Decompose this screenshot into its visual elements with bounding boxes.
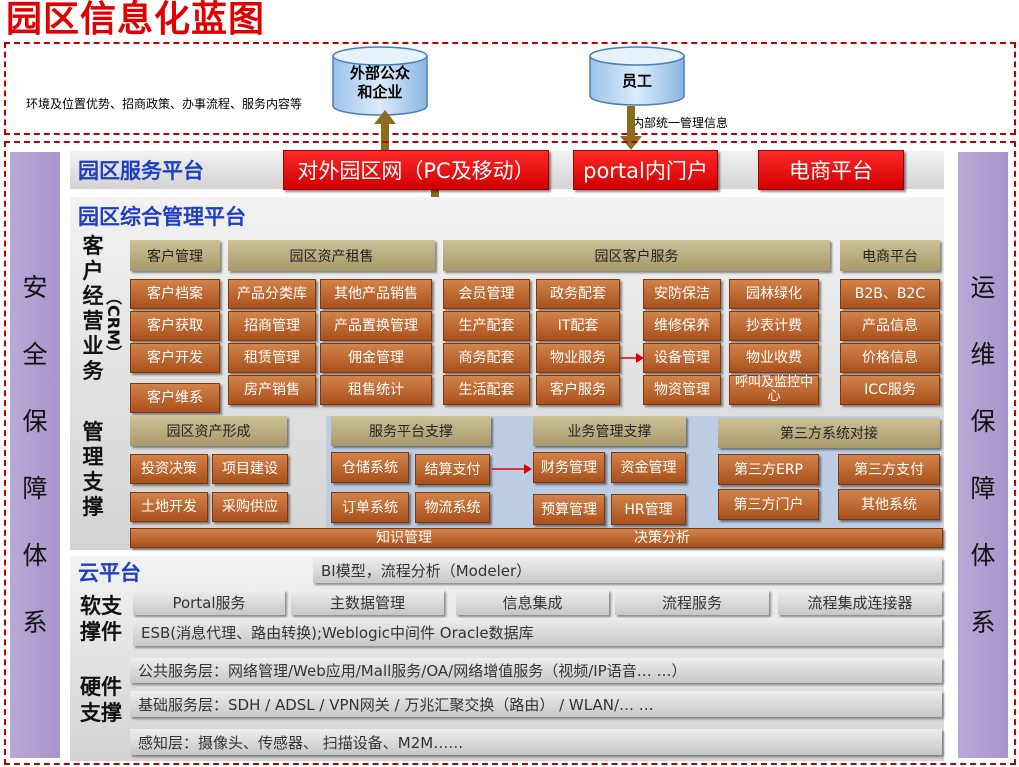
lease-item[interactable]: 租赁管理 — [228, 343, 316, 373]
process-service-item[interactable]: 流程服务 — [615, 590, 769, 615]
top-context-box — [4, 42, 1016, 135]
lease-item[interactable]: 招商管理 — [228, 311, 316, 341]
operations-sidebar-label: 运维保障体系 — [970, 273, 996, 637]
ecommerce-platform-button[interactable]: 电商平台 — [758, 150, 904, 190]
ecommerce-item[interactable]: B2B、B2C — [840, 279, 940, 309]
knowledge-decision-bar: 知识管理 决策分析 — [130, 528, 943, 548]
service-item[interactable]: 物业服务 — [536, 343, 620, 373]
header-business-support: 业务管理支撑 — [533, 416, 686, 446]
service-item[interactable]: 设备管理 — [643, 343, 721, 373]
business-support-item[interactable]: HR管理 — [611, 494, 686, 525]
third-party-item[interactable]: 其他系统 — [838, 489, 940, 520]
arrow-right-icon — [620, 353, 644, 363]
info-integration-item[interactable]: 信息集成 — [456, 590, 609, 615]
header-customer-management: 客户管理 — [130, 240, 220, 271]
business-support-item[interactable]: 资金管理 — [611, 452, 686, 483]
arrow-right-icon — [492, 464, 532, 474]
basic-service-layer: 基础服务层：SDH / ADSL / VPN网关 / 万兆汇聚交换（路由） / … — [130, 691, 942, 717]
bi-model-bar: BI模型，流程分析（Modeler） — [313, 558, 942, 583]
public-service-layer: 公共服务层：网络管理/Web应用/Mall服务/OA/网络增值服务（视频/IP语… — [130, 658, 942, 683]
lease-item[interactable]: 产品置换管理 — [320, 311, 432, 341]
business-support-item[interactable]: 财务管理 — [533, 452, 605, 483]
service-item[interactable]: 维修保养 — [643, 311, 721, 341]
decision-analysis-label: 决策分析 — [634, 530, 690, 546]
master-data-item[interactable]: 主数据管理 — [291, 590, 444, 615]
portal-service-item[interactable]: Portal服务 — [133, 590, 285, 615]
header-third-party: 第三方系统对接 — [718, 418, 940, 448]
third-party-item[interactable]: 第三方支付 — [838, 454, 940, 485]
process-connector-item[interactable]: 流程集成连接器 — [778, 590, 942, 615]
service-item[interactable]: 客户服务 — [536, 375, 620, 405]
crm-sub-label: （CRM） — [104, 285, 126, 365]
portal-button[interactable]: portal内门户 — [573, 150, 718, 190]
esb-bar: ESB(消息代理、路由转换);Weblogic中间件 Oracle数据库 — [133, 618, 942, 646]
hardware-support-text: 硬件支撑 — [80, 675, 122, 725]
security-sidebar-label: 安全保障体系 — [22, 273, 48, 637]
customer-retention-item[interactable]: 客户维系 — [130, 383, 220, 413]
service-support-item[interactable]: 物流系统 — [415, 492, 490, 523]
customer-acquisition-item[interactable]: 客户获取 — [130, 311, 220, 341]
staff-note: 内部统一管理信息 — [632, 116, 729, 130]
lease-item[interactable]: 产品分类库 — [228, 279, 316, 309]
staff-label: 员工 — [621, 72, 652, 90]
management-platform-title: 园区综合管理平台 — [78, 205, 246, 229]
management-support-label: 管理支撑 — [82, 420, 104, 519]
sensing-layer: 感知层：摄像头、传感器、 扫描设备、M2M…… — [130, 729, 942, 755]
security-sidebar: 安全保障体系 — [10, 152, 60, 758]
external-park-site-button[interactable]: 对外园区网（PC及移动） — [283, 150, 549, 190]
service-item[interactable]: 抄表计费 — [729, 311, 819, 341]
header-asset-lease: 园区资产租售 — [228, 240, 435, 271]
ecommerce-item[interactable]: ICC服务 — [840, 375, 940, 405]
service-item[interactable]: IT配套 — [536, 311, 620, 341]
service-support-item[interactable]: 仓储系统 — [331, 452, 409, 483]
hardware-support-label: 硬件支撑 — [80, 674, 128, 726]
service-item[interactable]: 生产配套 — [443, 311, 530, 341]
asset-formation-item[interactable]: 采购供应 — [212, 492, 288, 522]
service-support-item[interactable]: 订单系统 — [331, 492, 409, 523]
page-title: 园区信息化蓝图 — [6, 0, 266, 40]
ecommerce-item[interactable]: 价格信息 — [840, 343, 940, 373]
service-item[interactable]: 物业收费 — [729, 343, 819, 373]
service-item[interactable]: 呼叫及监控中心 — [729, 375, 819, 405]
header-asset-formation: 园区资产形成 — [130, 416, 287, 446]
customer-profile-item[interactable]: 客户档案 — [130, 279, 220, 309]
service-item[interactable]: 会员管理 — [443, 279, 530, 309]
service-item[interactable]: 物资管理 — [643, 375, 721, 405]
operations-sidebar: 运维保障体系 — [958, 152, 1008, 758]
environment-note: 环境及位置优势、招商政策、办事流程、服务内容等 — [26, 97, 303, 111]
service-support-item[interactable]: 结算支付 — [415, 454, 490, 485]
asset-formation-item[interactable]: 项目建设 — [212, 454, 288, 484]
crm-sub-label-text: （CRM） — [104, 289, 123, 361]
external-public-line1: 外部公众 和企业 — [349, 64, 410, 101]
cloud-platform-title: 云平台 — [78, 561, 141, 585]
ecommerce-item[interactable]: 产品信息 — [840, 311, 940, 341]
service-platform-title: 园区服务平台 — [78, 159, 204, 183]
business-support-item[interactable]: 预算管理 — [533, 494, 605, 525]
header-service-support: 服务平台支撑 — [331, 416, 491, 446]
service-item[interactable]: 生活配套 — [443, 375, 530, 405]
service-item[interactable]: 商务配套 — [443, 343, 530, 373]
header-customer-service: 园区客户服务 — [443, 240, 830, 271]
header-ecommerce: 电商平台 — [840, 240, 940, 271]
asset-formation-item[interactable]: 投资决策 — [130, 454, 208, 484]
software-support-text: 软支撑件 — [80, 594, 122, 644]
service-item[interactable]: 安防保洁 — [643, 279, 721, 309]
lease-item[interactable]: 房产销售 — [228, 375, 316, 405]
lease-item[interactable]: 租售统计 — [320, 375, 432, 405]
third-party-item[interactable]: 第三方门户 — [718, 489, 819, 520]
knowledge-management-label: 知识管理 — [376, 530, 432, 546]
software-support-label: 软支撑件 — [80, 593, 128, 645]
service-item[interactable]: 政务配套 — [536, 279, 620, 309]
lease-item[interactable]: 其他产品销售 — [320, 279, 432, 309]
lease-item[interactable]: 佣金管理 — [320, 343, 432, 373]
service-item[interactable]: 园林绿化 — [729, 279, 819, 309]
third-party-item[interactable]: 第三方ERP — [718, 454, 819, 485]
external-public-label: 外部公众 和企业 — [331, 64, 429, 102]
customer-development-item[interactable]: 客户开发 — [130, 343, 220, 373]
asset-formation-item[interactable]: 土地开发 — [130, 492, 208, 522]
